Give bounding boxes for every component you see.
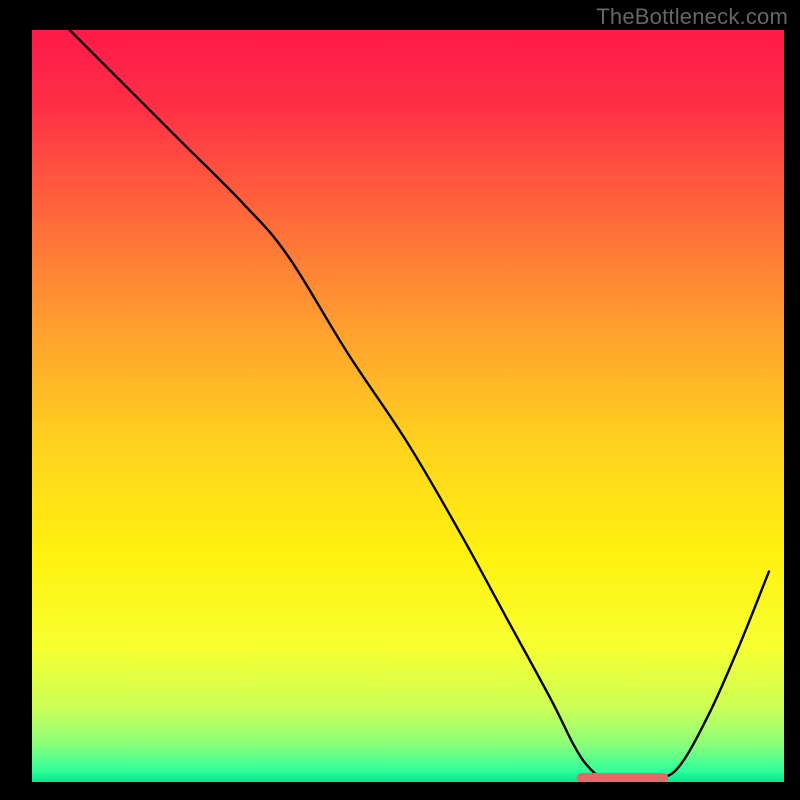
chart-container: TheBottleneck.com [0, 0, 800, 800]
watermark: TheBottleneck.com [596, 4, 788, 30]
bottleneck-chart [0, 0, 800, 800]
plot-background [32, 30, 784, 782]
